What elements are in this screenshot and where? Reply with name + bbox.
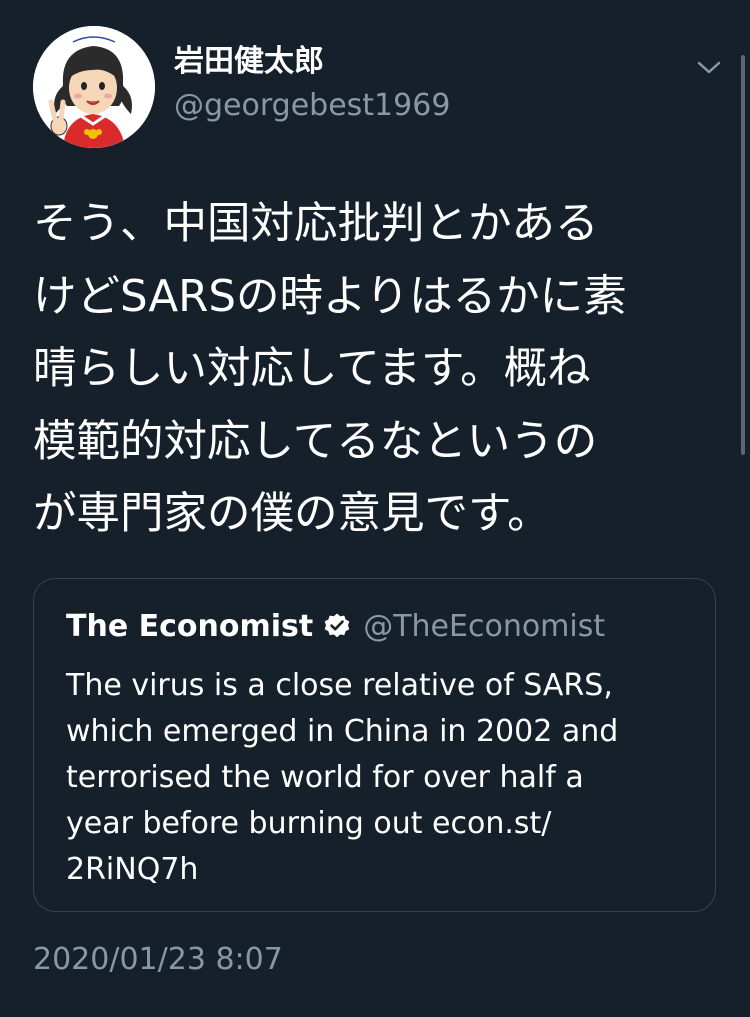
tweet-text-line: けどSARSの時よりはるかに素 [33, 271, 627, 322]
chevron-down-icon[interactable] [692, 52, 726, 82]
quoted-text-line: The virus is a close relative of SARS, [66, 668, 613, 703]
tweet-text: そう、中国対応批判とかある けどSARSの時よりはるかに素 晴らしい対応してます… [33, 188, 733, 551]
avatar-illustration [33, 26, 155, 148]
verified-badge-icon [323, 612, 351, 640]
author-handle[interactable]: @georgebest1969 [174, 86, 450, 126]
scrollbar[interactable] [741, 55, 745, 455]
tweet: 岩田健太郎 @georgebest1969 そう、中国対応批判とかある けどSA… [0, 0, 750, 1017]
tweet-text-line: が専門家の僕の意見です。 [33, 489, 551, 539]
tweet-text-line: 模範的対応してるなというの [33, 416, 598, 467]
quoted-author-name: The Economist [66, 608, 314, 644]
quoted-text-line: 2RiNQ7h [66, 852, 199, 887]
tweet-text-line: 晴らしい対応してます。概ね [33, 344, 591, 394]
tweet-text-line: そう、中国対応批判とかある [33, 199, 599, 249]
tweet-timestamp[interactable]: 2020/01/23 8:07 [33, 938, 283, 982]
quoted-text-line: terrorised the world for over half a [66, 760, 584, 795]
quoted-author-handle: @TheEconomist [363, 608, 606, 644]
quoted-text-line: which emerged in China in 2002 and [66, 714, 619, 749]
avatar[interactable] [33, 26, 155, 148]
quoted-tweet-card[interactable]: The Economist @TheEconomist The virus is… [33, 578, 716, 912]
quoted-text-line: year before burning out econ.st/ [66, 806, 552, 841]
author-name[interactable]: 岩田健太郎 [174, 42, 324, 82]
quoted-tweet-text: The virus is a close relative of SARS, w… [66, 663, 696, 893]
quoted-tweet-header: The Economist @TheEconomist [66, 606, 605, 646]
